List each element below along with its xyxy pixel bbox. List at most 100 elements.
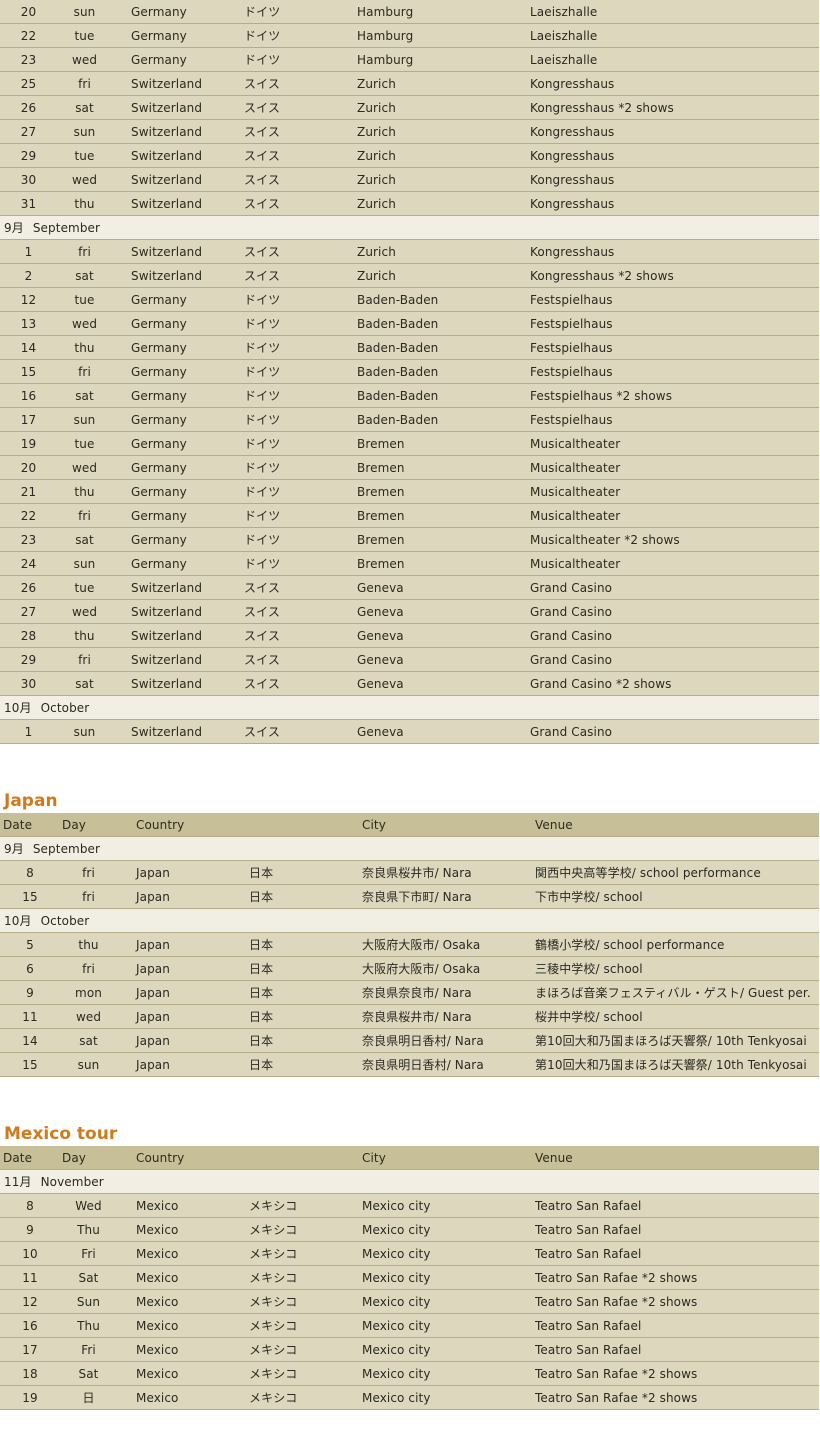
city-cell: Zurich [357, 119, 530, 144]
country-jp-cell: ドイツ [244, 383, 357, 408]
table-row: 15 fri Germany ドイツ Baden-Baden Festspielhaus [0, 359, 819, 384]
table-row: 18 Sat Mexico メキシコ Mexico city Teatro San Raf… [0, 1361, 819, 1386]
header-venue: Venue [535, 1146, 819, 1170]
city-cell: Geneva [357, 599, 530, 624]
country-jp-cell: メキシコ [249, 1217, 362, 1242]
country-jp-cell: ドイツ [244, 359, 357, 384]
venue-cell: Teatro San Rafael [535, 1241, 819, 1266]
country-cell: Germany [112, 551, 244, 576]
month-label: 10月 October [0, 908, 819, 933]
header-venue: Venue [535, 813, 819, 837]
month-en: September [32, 221, 101, 235]
date-cell: 20 [0, 455, 57, 480]
table-row: 19 日 Mexico メキシコ Mexico city Teatro San Rafae… [0, 1385, 819, 1410]
country-cell: Japan [117, 1004, 249, 1029]
country-jp-cell: メキシコ [249, 1361, 362, 1386]
table-row: 26 sat Switzerland スイス Zurich Kongresshaus *2… [0, 95, 819, 120]
country-cell: Switzerland [112, 719, 244, 744]
table-row: 24 sun Germany ドイツ Bremen Musicaltheater [0, 551, 819, 576]
table-row: 29 tue Switzerland スイス Zurich Kongresshaus [0, 143, 819, 168]
day-cell: thu [57, 191, 112, 216]
city-cell: Zurich [357, 263, 530, 288]
month-row: 11月 November [0, 1169, 819, 1194]
day-cell: mon [60, 980, 117, 1005]
date-cell: 11 [0, 1265, 60, 1290]
date-cell: 17 [0, 1337, 60, 1362]
table-row: 21 thu Germany ドイツ Bremen Musicaltheater [0, 479, 819, 504]
city-cell: Bremen [357, 455, 530, 480]
month-jp: 9月 [4, 842, 24, 856]
venue-cell: Kongresshaus [530, 191, 819, 216]
day-cell: Wed [60, 1193, 117, 1218]
country-jp-cell: メキシコ [249, 1385, 362, 1410]
date-cell: 23 [0, 527, 57, 552]
day-cell: sun [57, 0, 112, 24]
country-cell: Germany [112, 479, 244, 504]
city-cell: Bremen [357, 527, 530, 552]
date-cell: 14 [0, 1028, 60, 1053]
europe-schedule-table: 20 sun Germany ドイツ Hamburg Laeiszhalle 22 tue Ge… [0, 0, 819, 744]
country-jp-cell: 日本 [249, 956, 362, 981]
venue-cell: Musicaltheater [530, 455, 819, 480]
venue-cell: Musicaltheater [530, 431, 819, 456]
day-cell: wed [57, 47, 112, 72]
city-cell: Zurich [357, 191, 530, 216]
city-cell: Hamburg [357, 23, 530, 48]
day-cell: Fri [60, 1337, 117, 1362]
table-row: 19 tue Germany ドイツ Bremen Musicaltheater [0, 431, 819, 456]
country-jp-cell: メキシコ [249, 1265, 362, 1290]
city-cell: Baden-Baden [357, 359, 530, 384]
table-row: 27 wed Switzerland スイス Geneva Grand Casino [0, 599, 819, 624]
month-jp: 11月 [4, 1175, 32, 1189]
country-cell: Germany [112, 383, 244, 408]
venue-cell: Kongresshaus *2 shows [530, 95, 819, 120]
header-day: Day [60, 813, 117, 837]
city-cell: Baden-Baden [357, 383, 530, 408]
country-cell: Germany [112, 431, 244, 456]
country-jp-cell: ドイツ [244, 287, 357, 312]
header-city: City [362, 1146, 535, 1170]
day-cell: fri [60, 956, 117, 981]
table-row: 14 sat Japan 日本 奈良県明日香村/ Nara 第10回大和乃国まほろば天響祭… [0, 1028, 819, 1053]
date-cell: 1 [0, 719, 57, 744]
day-cell: sun [57, 119, 112, 144]
country-cell: Switzerland [112, 647, 244, 672]
day-cell: Thu [60, 1313, 117, 1338]
month-label: 11月 November [0, 1169, 819, 1194]
table-row: 9 Thu Mexico メキシコ Mexico city Teatro San Rafa… [0, 1217, 819, 1242]
date-cell: 11 [0, 1004, 60, 1029]
venue-cell: 第10回大和乃国まほろば天響祭/ 10th Tenkyosai [535, 1028, 819, 1053]
city-cell: Mexico city [362, 1385, 535, 1410]
venue-cell: Kongresshaus [530, 143, 819, 168]
country-jp-cell: スイス [244, 599, 357, 624]
table-row: 6 fri Japan 日本 大阪府大阪市/ Osaka 三稜中学校/ school [0, 956, 819, 981]
country-jp-cell: ドイツ [244, 47, 357, 72]
day-cell: tue [57, 143, 112, 168]
date-cell: 8 [0, 1193, 60, 1218]
city-cell: Zurich [357, 239, 530, 264]
day-cell: Sat [60, 1361, 117, 1386]
country-cell: Germany [112, 0, 244, 24]
date-cell: 26 [0, 575, 57, 600]
country-jp-cell: スイス [244, 71, 357, 96]
month-row: 10月 October [0, 695, 819, 720]
country-jp-cell: スイス [244, 119, 357, 144]
country-jp-cell: ドイツ [244, 551, 357, 576]
day-cell: tue [57, 23, 112, 48]
table-row: 16 sat Germany ドイツ Baden-Baden Festspielhaus … [0, 383, 819, 408]
city-cell: Hamburg [357, 47, 530, 72]
city-cell: Geneva [357, 719, 530, 744]
month-label: 9月 September [0, 215, 819, 240]
country-cell: Mexico [117, 1193, 249, 1218]
day-cell: fri [60, 884, 117, 909]
month-en: October [40, 914, 90, 928]
date-cell: 19 [0, 431, 57, 456]
country-cell: Japan [117, 860, 249, 885]
day-cell: tue [57, 431, 112, 456]
date-cell: 27 [0, 599, 57, 624]
header-blank [249, 1146, 362, 1170]
city-cell: Baden-Baden [357, 335, 530, 360]
day-cell: Sun [60, 1289, 117, 1314]
country-cell: Switzerland [112, 575, 244, 600]
venue-cell: Teatro San Rafael [535, 1217, 819, 1242]
